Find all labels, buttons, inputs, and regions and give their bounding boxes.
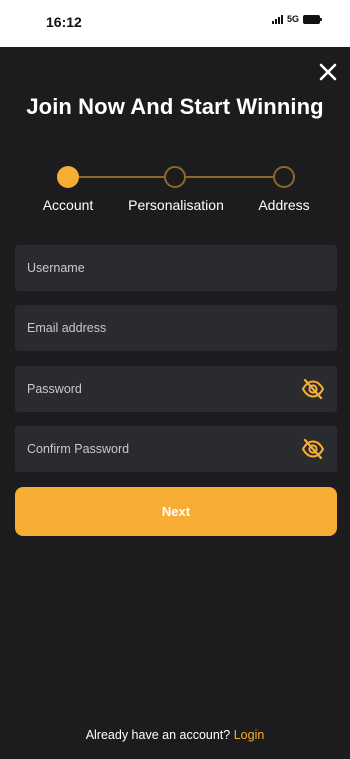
login-prompt: Already have an account? Login <box>0 728 350 742</box>
step-indicator-address <box>273 166 295 188</box>
login-prompt-text: Already have an account? <box>85 728 231 742</box>
battery-icon <box>303 14 322 24</box>
status-bar: 16:12 5G <box>0 0 350 47</box>
login-link[interactable]: Login <box>234 728 265 742</box>
eye-off-icon <box>302 378 324 400</box>
page-title: Join Now And Start Winning <box>26 94 324 119</box>
password-field <box>15 366 337 412</box>
step-label-account: Account <box>42 197 94 213</box>
email-field <box>15 305 337 351</box>
registration-stepper: Account Personalisation Address <box>0 163 350 223</box>
close-button[interactable] <box>316 60 340 84</box>
password-input[interactable] <box>15 366 337 412</box>
status-indicators: 5G <box>271 14 322 24</box>
step-label-address: Address <box>258 197 310 213</box>
next-button[interactable]: Next <box>15 487 337 536</box>
username-input[interactable] <box>15 245 337 291</box>
password-visibility-toggle[interactable] <box>301 378 325 400</box>
step-indicator-personalisation <box>164 166 186 188</box>
close-icon <box>319 63 337 81</box>
step-indicator-account <box>57 166 79 188</box>
network-type-label: 5G <box>286 14 299 24</box>
status-time: 16:12 <box>46 14 82 30</box>
confirm-password-field <box>15 426 337 472</box>
email-input[interactable] <box>15 305 337 351</box>
eye-off-icon <box>302 438 324 460</box>
username-field <box>15 245 337 291</box>
stepper-line-1 <box>79 176 164 178</box>
step-label-personalisation: Personalisation <box>128 197 224 213</box>
confirm-password-visibility-toggle[interactable] <box>301 438 325 460</box>
confirm-password-input[interactable] <box>15 426 337 472</box>
stepper-line-2 <box>186 176 273 178</box>
cellular-signal-icon <box>271 14 283 24</box>
